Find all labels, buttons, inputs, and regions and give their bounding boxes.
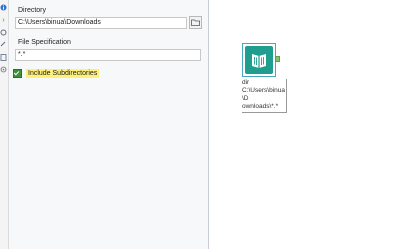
filespec-input[interactable]: *.* [15,49,201,61]
left-icon-strip: › [0,0,9,249]
configuration-panel [9,0,209,249]
annotation-line-1: dir [242,79,250,86]
document-icon[interactable] [0,54,7,61]
annotation-line-3: ownloads\*.* [242,103,279,110]
directory-tool-node[interactable] [242,43,276,77]
gear-icon[interactable] [0,66,7,73]
settings-icon[interactable] [0,29,7,36]
arrow-icon[interactable]: › [0,17,7,24]
link-icon[interactable] [0,41,7,48]
workflow-canvas[interactable] [209,0,400,249]
directory-input[interactable]: C:\Users\binua\Downloads [15,17,187,29]
output-anchor-icon[interactable] [275,56,280,62]
info-icon[interactable] [0,4,7,11]
include-subdirectories-option[interactable]: Include Subdirectories [13,67,100,79]
annotation-line-2: C:\Users\binua\D [242,87,285,102]
browse-folder-button[interactable] [189,16,202,29]
folder-icon [191,19,200,26]
include-subdirectories-label: Include Subdirectories [26,68,100,78]
filespec-label: File Specification [18,39,71,46]
directory-label: Directory [18,7,47,14]
include-subdirectories-checkbox[interactable] [13,68,22,78]
tool-annotation: dir C:\Users\binua\D ownloads\*.* [242,79,287,113]
book-icon [245,46,273,74]
